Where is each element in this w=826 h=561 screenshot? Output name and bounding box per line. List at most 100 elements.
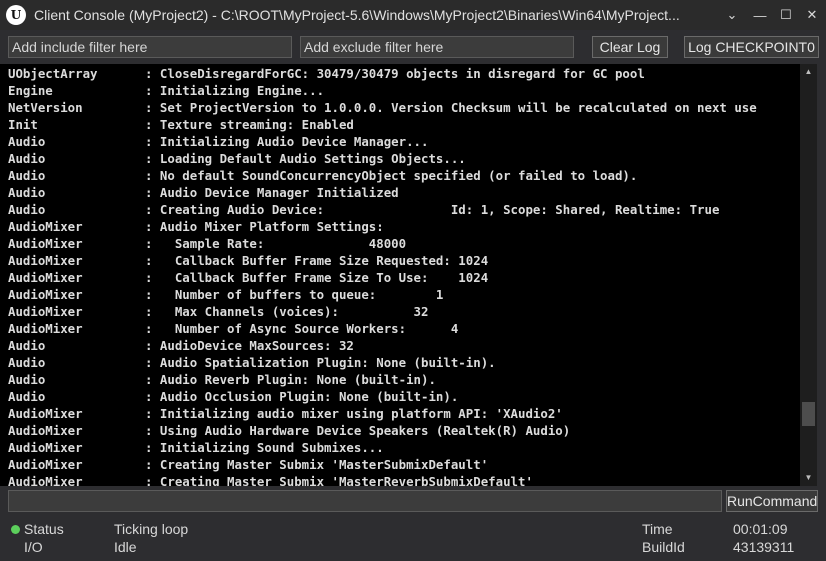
log-category: Audio — [8, 168, 46, 183]
status-label: Status — [24, 521, 64, 537]
log-category: AudioMixer — [8, 236, 83, 251]
log-message: : Audio Spatialization Plugin: None (bui… — [145, 355, 496, 370]
scrollbar-thumb[interactable] — [802, 402, 815, 427]
log-message: : Creating Master Submix 'MasterReverbSu… — [145, 474, 533, 486]
log-line: AudioMixer : Initializing audio mixer usi… — [8, 405, 563, 422]
log-category: AudioMixer — [8, 304, 83, 319]
log-category: AudioMixer — [8, 474, 83, 486]
log-message: : Audio Mixer Platform Settings: — [145, 219, 384, 234]
log-category: AudioMixer — [8, 253, 83, 268]
log-message: : Max Channels (voices): 32 — [145, 304, 429, 319]
log-line: AudioMixer : Number of Async Source Worke… — [8, 320, 458, 337]
log-category: AudioMixer — [8, 440, 83, 455]
window-title: Client Console (MyProject2) - C:\ROOT\My… — [34, 7, 680, 23]
log-line: UObjectArray: CloseDisregardForGC: 30479… — [8, 65, 645, 82]
log-line: AudioMixer : Callback Buffer Frame Size R… — [8, 252, 488, 269]
log-line: Audio : Audio Device Manager Initialized — [8, 184, 399, 201]
log-output[interactable]: UObjectArray: CloseDisregardForGC: 30479… — [0, 64, 800, 486]
log-message: : Number of buffers to queue: 1 — [145, 287, 444, 302]
unreal-logo-icon: U — [6, 5, 26, 25]
log-message: : Audio Device Manager Initialized — [145, 185, 399, 200]
log-category: Audio — [8, 338, 46, 353]
log-message: : Using Audio Hardware Device Speakers (… — [145, 423, 571, 438]
log-category: AudioMixer — [8, 423, 83, 438]
log-message: : Set ProjectVersion to 1.0.0.0. Version… — [145, 100, 757, 115]
log-category: Audio — [8, 134, 46, 149]
log-line: Audio: Loading Default Audio Settings Ob… — [8, 150, 466, 167]
io-value: Idle — [114, 539, 137, 555]
log-message: : Initializing Audio Device Manager... — [145, 134, 429, 149]
log-line: Audio : Initializing Audio Device Manager… — [8, 133, 428, 150]
log-line: AudioMixer : Creating Master Submix 'Mast… — [8, 473, 533, 486]
log-line: AudioMixer : Sample Rate: 48000 — [8, 235, 406, 252]
maximize-button[interactable]: ☐ — [772, 0, 800, 30]
status-value: Ticking loop — [114, 521, 189, 537]
log-category: Audio — [8, 185, 46, 200]
log-category: NetVersion — [8, 100, 83, 115]
run-command-button[interactable]: RunCommand — [726, 490, 818, 512]
status-indicator-icon — [11, 525, 20, 534]
log-line: Engine : Initializing Engine... — [8, 82, 324, 99]
log-line: Audio : Audio Spatialization Plugin: None… — [8, 354, 496, 371]
log-message: : Sample Rate: 48000 — [145, 236, 407, 251]
close-button[interactable]: ✕ — [798, 0, 826, 30]
include-filter-input[interactable]: Add include filter here — [8, 36, 292, 58]
log-line: Audio : Audio Occlusion Plugin: None (bui… — [8, 388, 458, 405]
log-line: Audio: Creating Audio Device: Id: 1, Sco… — [8, 201, 719, 218]
log-line: NetVersion : Set ProjectVersion to 1.0.0.… — [8, 99, 757, 116]
log-message: : Creating Master Submix 'MasterSubmixDe… — [145, 457, 489, 472]
log-line: Init : Texture streaming: Enabled — [8, 116, 354, 133]
log-category: AudioMixer — [8, 406, 83, 421]
log-category: Audio — [8, 355, 46, 370]
log-category: AudioMixer — [8, 270, 83, 285]
log-line: Audio : No default SoundConcurrencyObject… — [8, 167, 637, 184]
log-line: AudioMixer : Initializing Sound Submixes.… — [8, 439, 384, 456]
log-category: AudioMixer — [8, 457, 83, 472]
scroll-down-arrow-icon[interactable]: ▼ — [800, 470, 817, 486]
command-input[interactable] — [8, 490, 722, 512]
log-message: : Number of Async Source Workers: 4 — [145, 321, 459, 336]
log-category: Audio — [8, 372, 46, 387]
exclude-filter-input[interactable]: Add exclude filter here — [300, 36, 574, 58]
log-message: : Loading Default Audio Settings Objects… — [145, 151, 466, 166]
log-line: AudioMixer : Audio Mixer Platform Setting… — [8, 218, 384, 235]
buildid-value: 43139311 — [733, 539, 795, 555]
log-message: : Initializing Engine... — [145, 83, 325, 98]
window-menu-chevron-icon[interactable]: ⌄ — [718, 0, 746, 30]
log-message: : Audio Reverb Plugin: None (built-in). — [145, 372, 436, 387]
log-category: AudioMixer — [8, 219, 83, 234]
log-checkpoint-button[interactable]: Log CHECKPOINT0 — [684, 36, 819, 58]
log-line: AudioMixer : Max Channels (voices): 32 — [8, 303, 428, 320]
scroll-up-arrow-icon[interactable]: ▲ — [800, 64, 817, 80]
log-category: Engine — [8, 83, 53, 98]
log-category: Audio — [8, 389, 46, 404]
buildid-label: BuildId — [642, 539, 685, 555]
log-message: : CloseDisregardForGC: 30479/30479 objec… — [145, 66, 645, 81]
log-message: : Callback Buffer Frame Size To Use: 102… — [145, 270, 489, 285]
log-line: Audio : Audio Reverb Plugin: None (built-… — [8, 371, 436, 388]
log-message: : Texture streaming: Enabled — [145, 117, 354, 132]
io-label: I/O — [24, 539, 43, 555]
log-message: : Audio Occlusion Plugin: None (built-in… — [145, 389, 459, 404]
log-message: : Initializing audio mixer using platfor… — [145, 406, 563, 421]
minimize-button[interactable]: — — [746, 0, 774, 30]
log-line: AudioMixer : Callback Buffer Frame Size T… — [8, 269, 488, 286]
status-row: Status Ticking loop — [0, 521, 622, 538]
vertical-scrollbar[interactable]: ▲ ▼ — [800, 64, 817, 486]
log-message: : Callback Buffer Frame Size Requested: … — [145, 253, 489, 268]
time-label: Time — [642, 521, 673, 537]
title-bar: U Client Console (MyProject2) - C:\ROOT\… — [0, 0, 826, 30]
time-value: 00:01:09 — [733, 521, 788, 537]
log-category: Init — [8, 117, 38, 132]
logo-letter: U — [10, 8, 22, 22]
log-category: AudioMixer — [8, 321, 83, 336]
log-message: : Initializing Sound Submixes... — [145, 440, 384, 455]
io-row: I/O Idle — [0, 539, 622, 556]
build-info-panel: Time 00:01:09 BuildId 43139311 — [642, 518, 826, 561]
filter-bar: Add include filter here Add exclude filt… — [0, 30, 826, 64]
log-message: : AudioDevice MaxSources: 32 — [145, 338, 354, 353]
log-line: AudioMixer: Number of buffers to queue: … — [8, 286, 443, 303]
clear-log-button[interactable]: Clear Log — [592, 36, 668, 58]
log-message: : No default SoundConcurrencyObject spec… — [145, 168, 638, 183]
log-category: Audio — [8, 202, 46, 217]
